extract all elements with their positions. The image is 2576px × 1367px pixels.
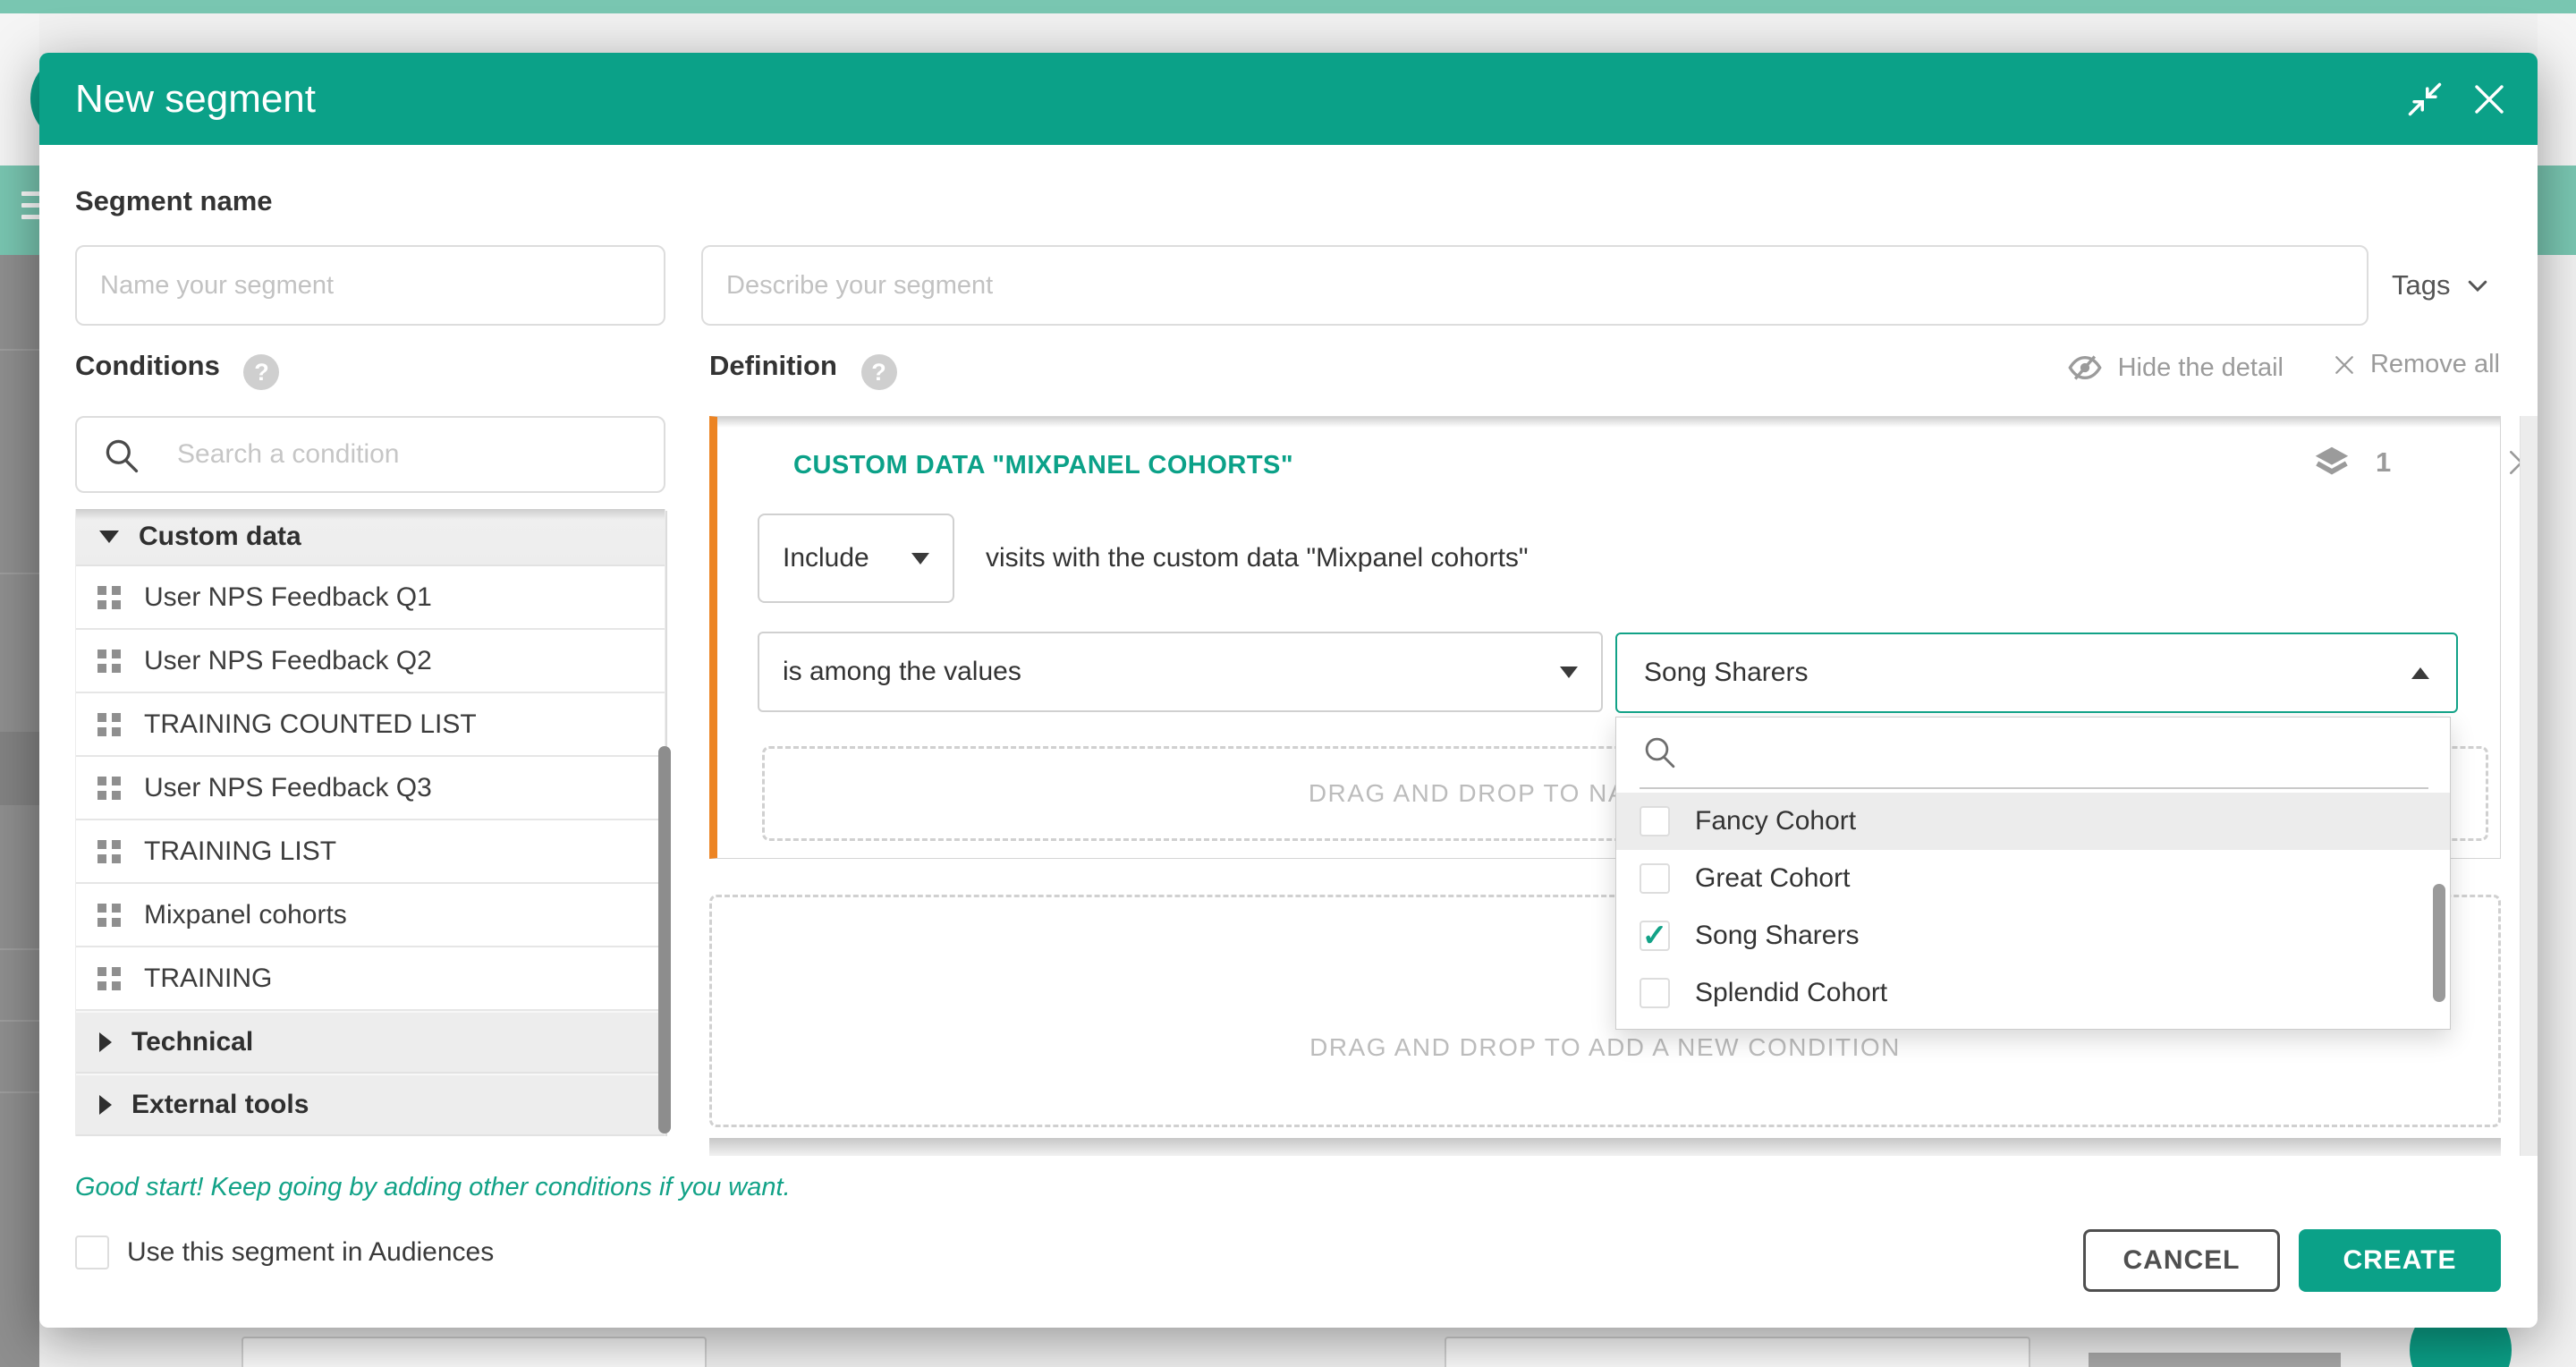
checkbox[interactable]: ✓	[1640, 863, 1670, 894]
segment-name-label: Segment name	[75, 185, 273, 217]
triangle-right-icon	[99, 1095, 112, 1115]
dropdown-option[interactable]: ✓ Fancy Cohort	[1616, 793, 2450, 850]
value-select[interactable]: Song Sharers	[1615, 633, 2458, 713]
app-top-bar	[0, 0, 2576, 13]
vertical-scrollbar-track	[2520, 416, 2538, 1156]
drag-handle-icon[interactable]	[97, 586, 121, 609]
caret-down-icon	[1560, 667, 1578, 678]
caret-up-icon	[2411, 667, 2429, 679]
group-custom-data[interactable]: Custom data	[76, 509, 665, 566]
triangle-right-icon	[99, 1032, 112, 1052]
condition-item[interactable]: TRAINING COUNTED LIST	[76, 693, 665, 757]
conditions-label: Conditions ?	[75, 350, 279, 390]
app-background: New segment Segment name Tags Conditions	[0, 0, 2576, 1367]
modal-title: New segment	[75, 53, 316, 145]
cancel-button[interactable]: CANCEL	[2083, 1229, 2280, 1292]
condition-item[interactable]: User NPS Feedback Q1	[76, 566, 665, 630]
tags-label: Tags	[2392, 269, 2450, 301]
app-sidebar	[0, 255, 39, 1367]
drag-handle-icon[interactable]	[97, 967, 121, 990]
drag-handle-icon[interactable]	[97, 713, 121, 736]
progress-hint: Good start! Keep going by adding other c…	[75, 1173, 791, 1202]
help-icon[interactable]: ?	[861, 354, 897, 390]
bg-panel	[1445, 1337, 2030, 1367]
drag-handle-icon[interactable]	[97, 904, 121, 927]
triangle-down-icon	[99, 531, 119, 543]
drag-handle-icon[interactable]	[97, 650, 121, 673]
stack-count: 1	[2376, 446, 2391, 479]
segment-name-input[interactable]	[75, 245, 665, 326]
modal-header: New segment	[39, 53, 2538, 145]
hide-detail-button[interactable]: Hide the detail	[2064, 350, 2284, 386]
list-scrollbar-thumb[interactable]	[658, 746, 671, 1134]
close-icon[interactable]	[2468, 78, 2511, 121]
search-icon	[1641, 734, 1679, 771]
segment-description-input[interactable]	[701, 245, 2368, 326]
create-button[interactable]: CREATE	[2299, 1229, 2501, 1292]
dropdown-scrollbar-thumb[interactable]	[2433, 884, 2445, 1002]
bg-right-teal-band	[2538, 166, 2576, 255]
audiences-label: Use this segment in Audiences	[127, 1237, 494, 1268]
checkbox-checked[interactable]: ✓	[1640, 921, 1670, 951]
audiences-checkbox[interactable]: ✓	[75, 1235, 109, 1269]
audiences-row: ✓ Use this segment in Audiences	[75, 1235, 494, 1269]
condition-search	[75, 416, 665, 493]
checkbox[interactable]: ✓	[1640, 806, 1670, 836]
include-select[interactable]: Include	[758, 514, 954, 603]
condition-item[interactable]: TRAINING	[76, 947, 665, 1011]
eye-slash-icon	[2064, 350, 2106, 386]
divider	[1640, 787, 2428, 789]
conditions-list: Custom data User NPS Feedback Q1 User NP…	[75, 509, 665, 1136]
bg-panel-gray	[2089, 1353, 2341, 1367]
dropdown-option[interactable]: ✓ Song Sharers	[1616, 907, 2450, 964]
group-technical[interactable]: Technical	[76, 1011, 665, 1074]
condition-phrase: visits with the custom data "Mixpanel co…	[986, 514, 1529, 603]
condition-item[interactable]: User NPS Feedback Q2	[76, 630, 665, 693]
condition-item[interactable]: User NPS Feedback Q3	[76, 757, 665, 820]
close-icon	[2331, 352, 2358, 378]
condition-item[interactable]: TRAINING LIST	[76, 820, 665, 884]
group-external-tools[interactable]: External tools	[76, 1074, 665, 1136]
caret-down-icon	[911, 553, 929, 565]
condition-item[interactable]: Mixpanel cohorts	[76, 884, 665, 947]
sidebar-selected-item	[0, 732, 39, 805]
bg-right	[2538, 13, 2576, 166]
collapse-icon[interactable]	[2405, 80, 2445, 119]
remove-all-button[interactable]: Remove all	[2331, 350, 2500, 379]
card-actions: 1	[2311, 442, 2538, 483]
drag-handle-icon[interactable]	[97, 777, 121, 800]
value-dropdown-panel: ✓ Fancy Cohort ✓ Great Cohort ✓ Song Sha…	[1615, 717, 2451, 1030]
definition-label: Definition ?	[709, 350, 897, 390]
card-top-shade	[717, 417, 2500, 428]
dropdown-search-input[interactable]	[1702, 723, 2400, 778]
dropzone-hint: DRAG AND DROP TO ADD A NEW CONDITION	[712, 1033, 2498, 1062]
tags-dropdown[interactable]: Tags	[2392, 245, 2491, 326]
chevron-down-icon	[2464, 272, 2491, 299]
operator-select[interactable]: is among the values	[758, 632, 1603, 712]
condition-card-title: CUSTOM DATA "MIXPANEL COHORTS"	[793, 451, 1293, 480]
bg-panel	[242, 1337, 707, 1367]
checkbox[interactable]: ✓	[1640, 978, 1670, 1008]
dropdown-option[interactable]: ✓ Great Cohort	[1616, 850, 2450, 907]
new-segment-modal: New segment Segment name Tags Conditions	[39, 53, 2538, 1328]
dropdown-option[interactable]: ✓ Splendid Cohort	[1616, 964, 2450, 1022]
layers-icon	[2311, 442, 2352, 483]
search-icon	[102, 436, 141, 475]
help-icon[interactable]: ?	[243, 354, 279, 390]
dropdown-search	[1616, 717, 2450, 787]
drag-handle-icon[interactable]	[97, 840, 121, 863]
horizontal-scrollbar[interactable]	[709, 1138, 2501, 1156]
condition-search-input[interactable]	[175, 421, 640, 488]
